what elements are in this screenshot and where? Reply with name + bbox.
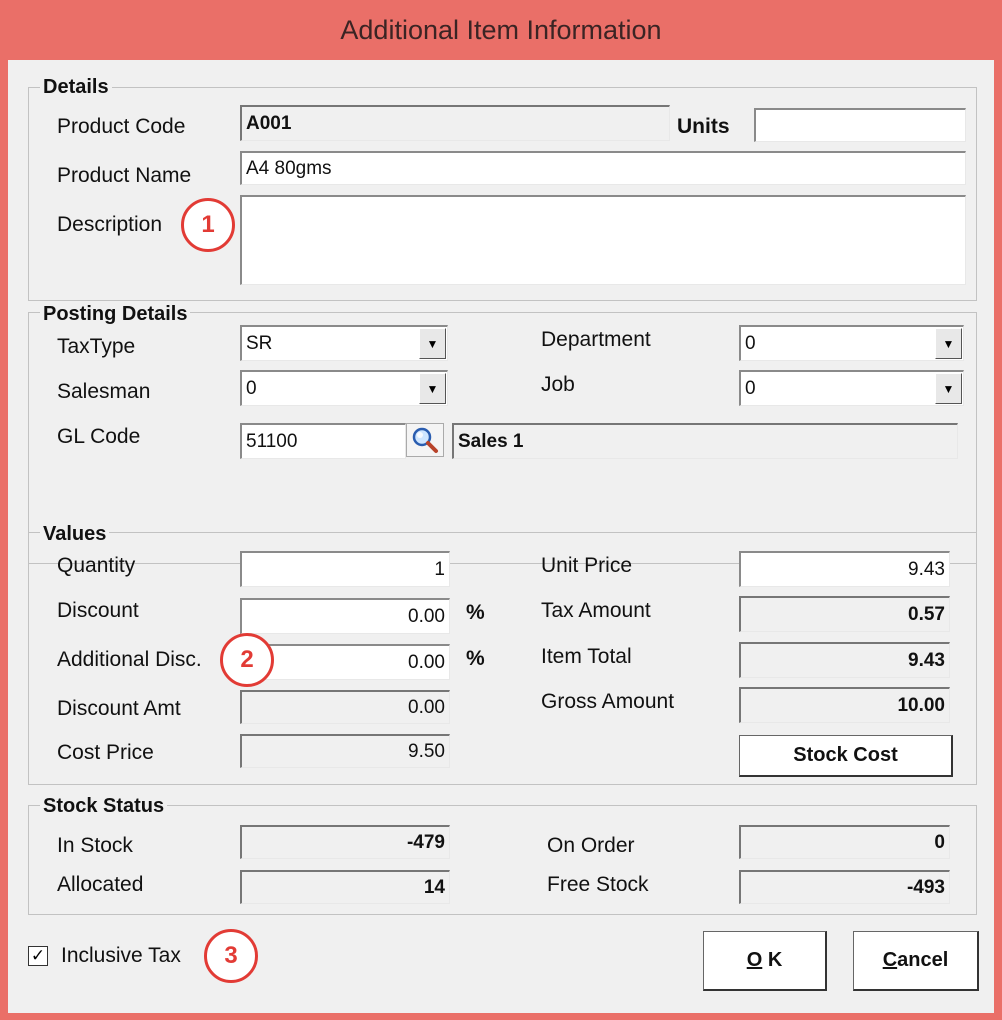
discount-amt-label: Discount Amt bbox=[57, 697, 181, 720]
discount-label: Discount bbox=[57, 599, 139, 622]
product-code-field: A001 bbox=[240, 105, 670, 141]
unit-price-label: Unit Price bbox=[541, 554, 633, 577]
cost-price-label: Cost Price bbox=[57, 741, 154, 764]
gl-name-field: Sales 1 bbox=[452, 423, 958, 459]
cost-price-field: 9.50 bbox=[240, 734, 450, 768]
product-name-input[interactable]: A4 80gms bbox=[240, 151, 966, 185]
taxtype-select[interactable]: SR ▼ bbox=[240, 325, 448, 361]
glcode-input[interactable]: 51100 bbox=[240, 423, 406, 459]
units-label: Units bbox=[677, 115, 730, 138]
salesman-value: 0 bbox=[246, 377, 257, 399]
job-label: Job bbox=[541, 373, 575, 396]
ok-label: K bbox=[762, 949, 783, 971]
inclusive-tax-label: Inclusive Tax bbox=[61, 944, 181, 967]
stock-status-legend: Stock Status bbox=[40, 795, 168, 817]
discount-amt-field: 0.00 bbox=[240, 690, 450, 724]
stock-cost-button[interactable]: Stock Cost bbox=[739, 735, 953, 777]
dropdown-arrow-icon[interactable]: ▼ bbox=[419, 328, 446, 359]
units-input[interactable] bbox=[754, 108, 966, 142]
values-legend: Values bbox=[40, 523, 110, 545]
on-order-label: On Order bbox=[547, 834, 635, 857]
description-label: Description bbox=[57, 213, 163, 236]
item-total-label: Item Total bbox=[541, 645, 632, 668]
job-select[interactable]: 0 ▼ bbox=[739, 370, 964, 406]
posting-details-legend: Posting Details bbox=[40, 303, 191, 325]
product-code-label: Product Code bbox=[57, 115, 186, 138]
tax-amount-field: 0.57 bbox=[739, 596, 950, 632]
discount-input[interactable]: 0.00 bbox=[240, 598, 450, 634]
additional-disc-label: Additional Disc. bbox=[57, 648, 202, 671]
gl-lookup-button[interactable] bbox=[406, 423, 444, 457]
dropdown-arrow-icon[interactable]: ▼ bbox=[935, 373, 962, 404]
annotation-marker-2: 2 bbox=[220, 633, 274, 687]
unit-price-input[interactable]: 9.43 bbox=[739, 551, 950, 587]
free-stock-label: Free Stock bbox=[547, 873, 649, 896]
department-value: 0 bbox=[745, 332, 756, 354]
taxtype-label: TaxType bbox=[57, 335, 136, 358]
additional-disc-percent-sign: % bbox=[466, 647, 485, 670]
allocated-label: Allocated bbox=[57, 873, 144, 896]
item-total-field: 9.43 bbox=[739, 642, 950, 678]
dropdown-arrow-icon[interactable]: ▼ bbox=[419, 373, 446, 404]
in-stock-field: -479 bbox=[240, 825, 450, 859]
magnifier-icon bbox=[412, 427, 438, 453]
allocated-field: 14 bbox=[240, 870, 450, 904]
job-value: 0 bbox=[745, 377, 756, 399]
annotation-marker-3: 3 bbox=[204, 929, 258, 983]
annotation-marker-1: 1 bbox=[181, 198, 235, 252]
free-stock-field: -493 bbox=[739, 870, 950, 904]
ok-button[interactable]: O K bbox=[703, 931, 827, 991]
quantity-label: Quantity bbox=[57, 554, 136, 577]
department-label: Department bbox=[541, 328, 651, 351]
on-order-field: 0 bbox=[739, 825, 950, 859]
cancel-button[interactable]: Cancel bbox=[853, 931, 979, 991]
dropdown-arrow-icon[interactable]: ▼ bbox=[935, 328, 962, 359]
in-stock-label: In Stock bbox=[57, 834, 133, 857]
quantity-input[interactable]: 1 bbox=[240, 551, 450, 587]
gross-amount-field: 10.00 bbox=[739, 687, 950, 723]
window-title: Additional Item Information bbox=[340, 15, 662, 45]
salesman-select[interactable]: 0 ▼ bbox=[240, 370, 448, 406]
description-textarea[interactable] bbox=[240, 195, 966, 285]
details-legend: Details bbox=[40, 76, 112, 98]
glcode-label: GL Code bbox=[57, 425, 141, 448]
gross-amount-label: Gross Amount bbox=[541, 690, 675, 713]
department-select[interactable]: 0 ▼ bbox=[739, 325, 964, 361]
dialog-body: Details Product Code A001 Units Product … bbox=[8, 60, 994, 1013]
ok-mnemonic: O bbox=[746, 949, 763, 971]
cancel-mnemonic: C bbox=[882, 949, 898, 971]
cancel-label: ancel bbox=[897, 949, 949, 971]
salesman-label: Salesman bbox=[57, 380, 151, 403]
tax-amount-label: Tax Amount bbox=[541, 599, 651, 622]
product-name-label: Product Name bbox=[57, 164, 192, 187]
inclusive-tax-checkbox[interactable]: ✓ bbox=[28, 946, 48, 966]
taxtype-value: SR bbox=[246, 332, 273, 354]
discount-percent-sign: % bbox=[466, 601, 485, 624]
